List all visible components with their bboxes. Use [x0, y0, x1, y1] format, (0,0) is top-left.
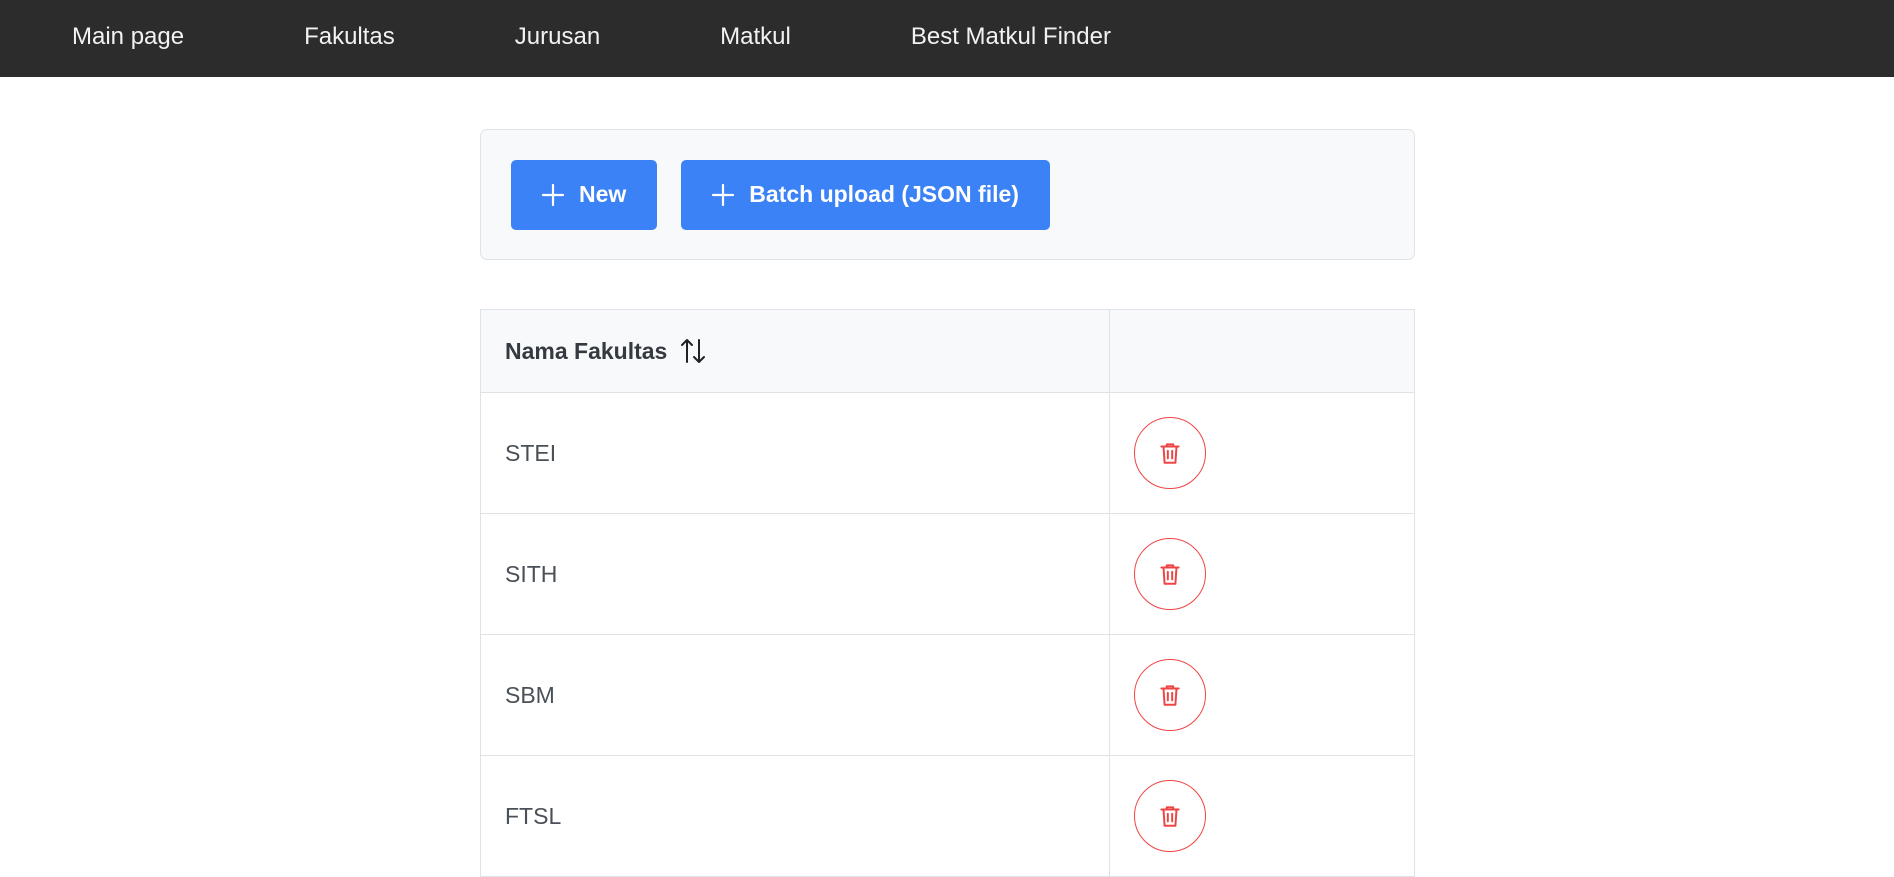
fakultas-name: FTSL: [505, 802, 562, 829]
delete-button[interactable]: [1134, 780, 1206, 852]
action-cell: [1110, 635, 1414, 755]
main-content: New Batch upload (JSON file) Nama Fakult…: [480, 129, 1415, 877]
delete-button[interactable]: [1134, 538, 1206, 610]
fakultas-name: STEI: [505, 439, 557, 466]
action-cell: [1110, 393, 1414, 513]
table-row: SBM: [481, 635, 1414, 756]
new-button-label: New: [579, 181, 627, 207]
table-header-row: Nama Fakultas: [481, 310, 1414, 393]
fakultas-name-cell: FTSL: [481, 756, 1110, 876]
column-header-actions: [1110, 310, 1414, 392]
trash-icon: [1160, 806, 1180, 827]
top-navbar: Main page Fakultas Jurusan Matkul Best M…: [0, 0, 1894, 77]
nav-item-main-page[interactable]: Main page: [72, 25, 184, 49]
fakultas-name: SITH: [505, 560, 558, 587]
nav-item-matkul[interactable]: Matkul: [720, 25, 791, 49]
trash-icon: [1160, 564, 1180, 585]
fakultas-name: SBM: [505, 681, 555, 708]
table-row: SITH: [481, 514, 1414, 635]
batch-upload-button[interactable]: Batch upload (JSON file): [681, 159, 1050, 230]
new-button[interactable]: New: [511, 159, 658, 230]
column-header-label: Nama Fakultas: [505, 337, 668, 364]
plus-icon: [712, 183, 735, 206]
action-cell: [1110, 514, 1414, 634]
nav-item-jurusan[interactable]: Jurusan: [515, 25, 600, 49]
fakultas-name-cell: SITH: [481, 514, 1110, 634]
toolbar: New Batch upload (JSON file): [480, 129, 1415, 260]
table-row: FTSL: [481, 756, 1414, 877]
fakultas-name-cell: STEI: [481, 393, 1110, 513]
fakultas-table: Nama Fakultas STEI SITH SBM FTSL: [480, 309, 1415, 877]
column-header-nama-fakultas[interactable]: Nama Fakultas: [481, 310, 1110, 392]
fakultas-name-cell: SBM: [481, 635, 1110, 755]
delete-button[interactable]: [1134, 417, 1206, 489]
action-cell: [1110, 756, 1414, 876]
sort-icon[interactable]: [679, 337, 707, 365]
nav-item-fakultas[interactable]: Fakultas: [304, 25, 395, 49]
trash-icon: [1160, 443, 1180, 464]
plus-icon: [541, 183, 565, 206]
table-row: STEI: [481, 393, 1414, 514]
trash-icon: [1160, 685, 1180, 706]
batch-upload-button-label: Batch upload (JSON file): [749, 181, 1019, 207]
nav-item-best-matkul-finder[interactable]: Best Matkul Finder: [911, 25, 1111, 49]
delete-button[interactable]: [1134, 659, 1206, 731]
